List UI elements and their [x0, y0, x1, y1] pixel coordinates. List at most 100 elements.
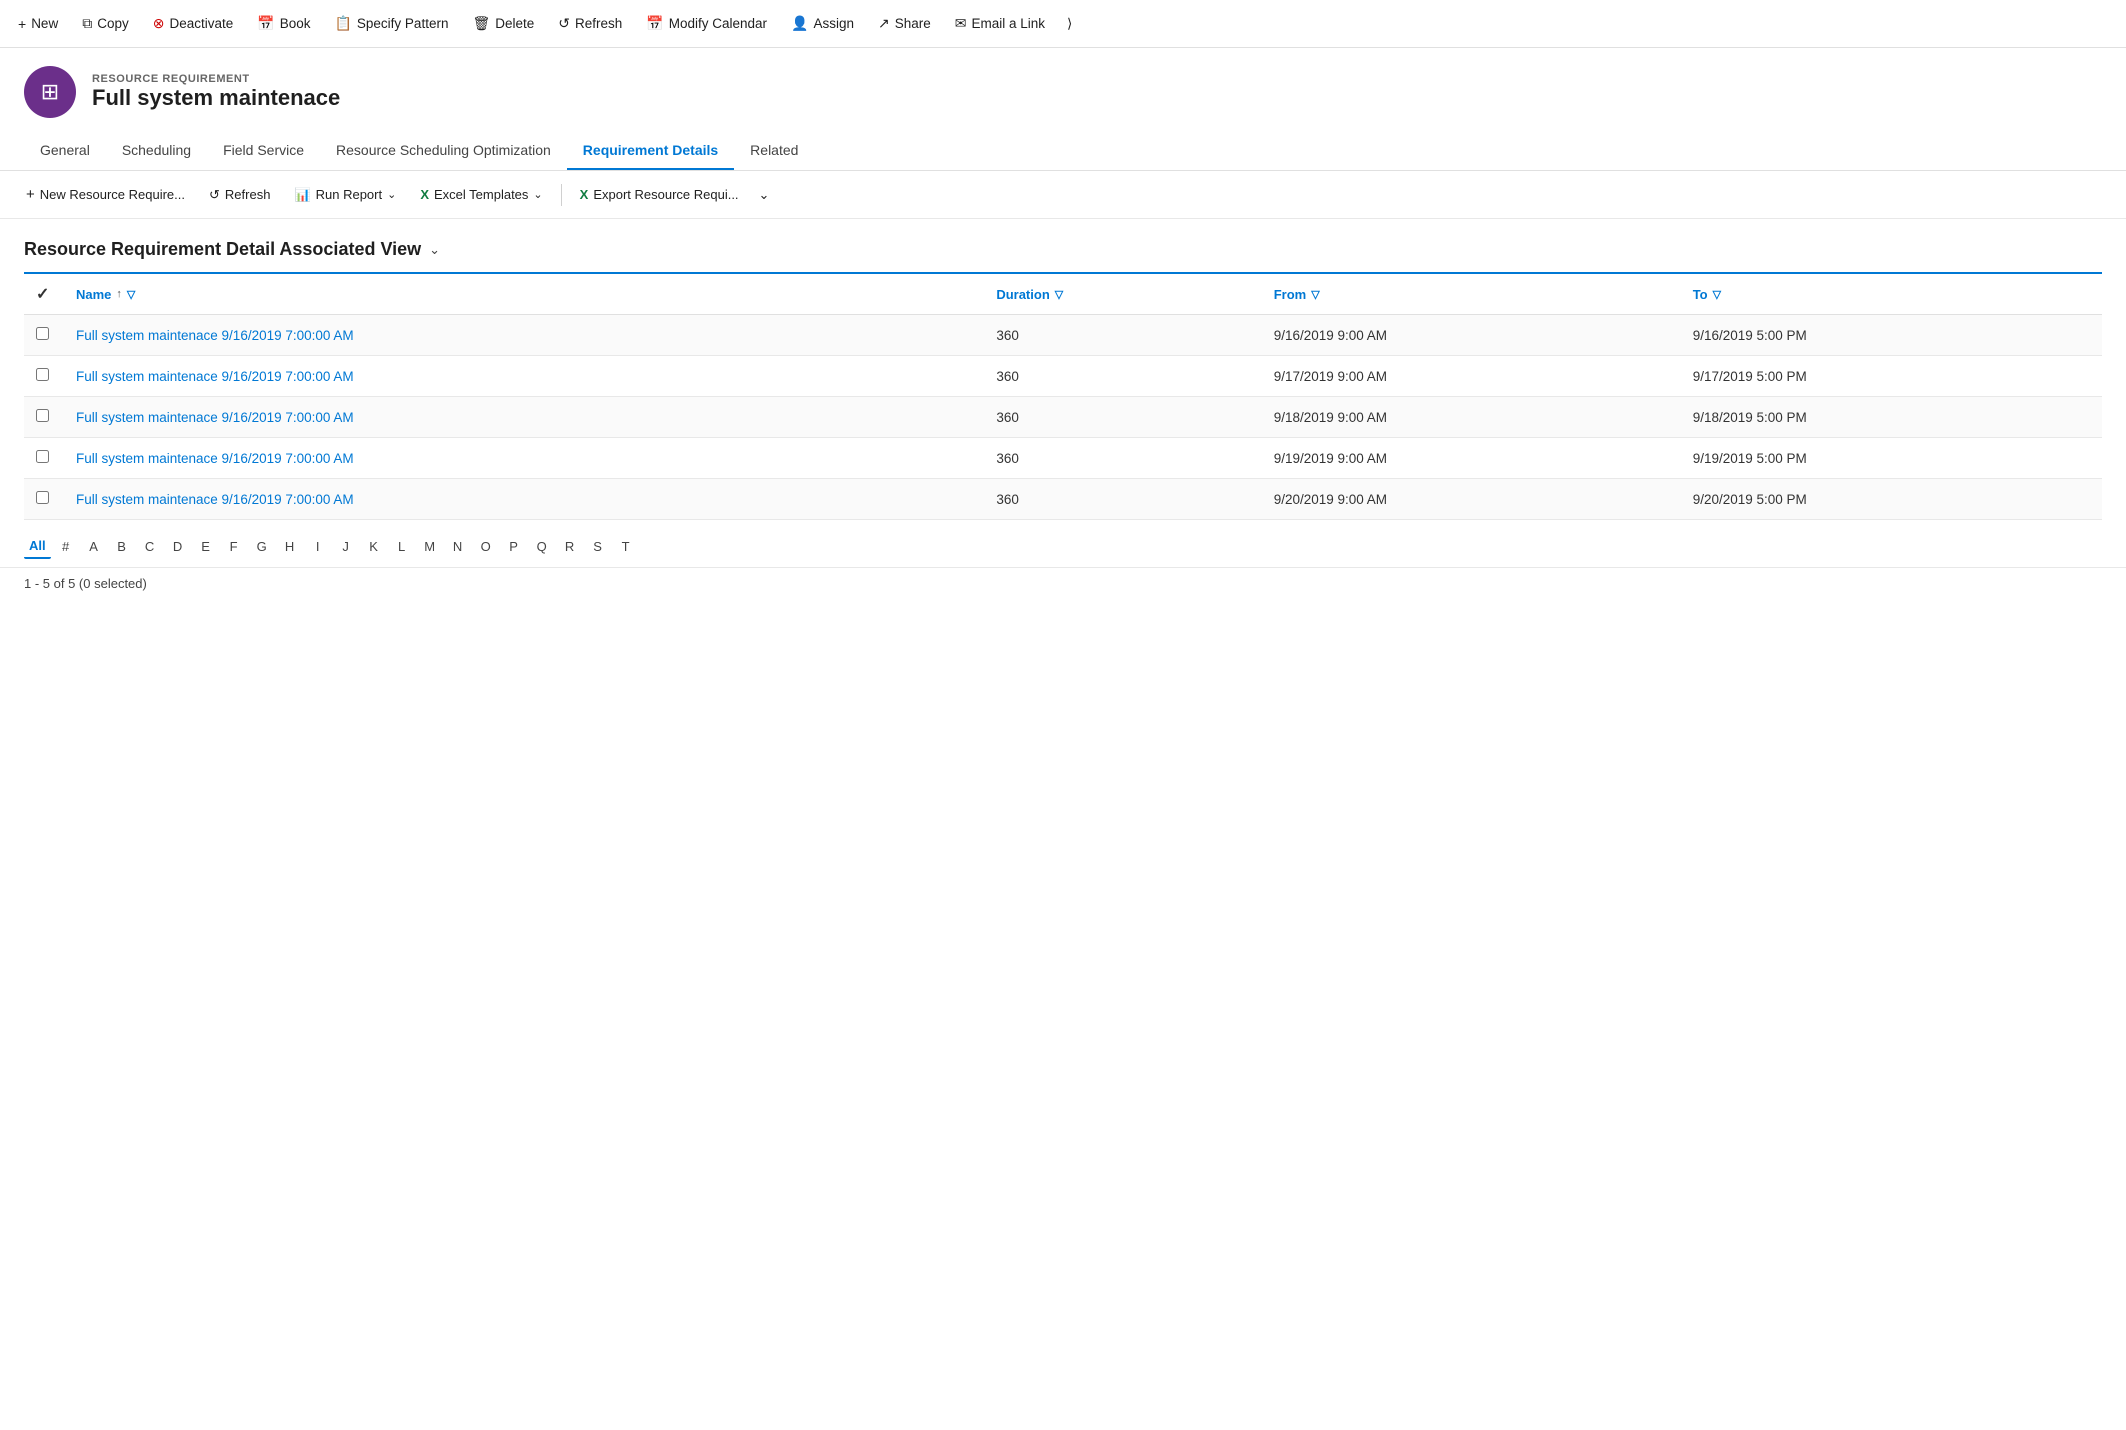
row-checkbox-0[interactable] — [24, 315, 64, 356]
alpha-btn-l[interactable]: L — [389, 535, 415, 558]
export-dropdown-chevron-icon: ⌄ — [759, 187, 770, 203]
tab-rso[interactable]: Resource Scheduling Optimization — [320, 132, 567, 170]
alpha-btn-e[interactable]: E — [193, 535, 219, 558]
row-duration-cell-2: 360 — [984, 397, 1261, 438]
row-from-cell-1: 9/17/2019 9:00 AM — [1262, 356, 1681, 397]
row-name-cell-1: Full system maintenace 9/16/2019 7:00:00… — [64, 356, 984, 397]
assign-button[interactable]: 👤 Assign — [781, 9, 864, 38]
sub-refresh-button[interactable]: ↺ Refresh — [199, 182, 280, 208]
status-text: 1 - 5 of 5 (0 selected) — [24, 576, 147, 591]
excel-templates-button[interactable]: X Excel Templates ⌄ — [410, 182, 552, 207]
to-filter-icon[interactable]: ▽ — [1713, 288, 1721, 301]
record-type: RESOURCE REQUIREMENT — [92, 73, 340, 85]
row-checkbox-4[interactable] — [24, 479, 64, 520]
alpha-btn-s[interactable]: S — [585, 535, 611, 558]
row-checkbox-3[interactable] — [24, 438, 64, 479]
new-button[interactable]: + New — [8, 10, 68, 38]
to-column-header: To ▽ — [1681, 273, 2102, 315]
tab-general[interactable]: General — [24, 132, 106, 170]
alpha-btn-p[interactable]: P — [501, 535, 527, 558]
alpha-btn-i[interactable]: I — [305, 535, 331, 558]
alpha-btn-o[interactable]: O — [473, 535, 499, 558]
alpha-btn-k[interactable]: K — [361, 535, 387, 558]
alpha-btn-m[interactable]: M — [417, 535, 443, 558]
record-name: Full system maintenace — [92, 85, 340, 111]
alpha-btn-all[interactable]: All — [24, 534, 51, 559]
tab-scheduling[interactable]: Scheduling — [106, 132, 207, 170]
tab-related[interactable]: Related — [734, 132, 814, 170]
email-link-button[interactable]: ✉ Email a Link — [945, 9, 1055, 38]
status-bar: 1 - 5 of 5 (0 selected) — [0, 567, 2126, 599]
row-name-link-2[interactable]: Full system maintenace 9/16/2019 7:00:00… — [76, 410, 354, 425]
email-icon: ✉ — [955, 15, 967, 32]
alpha-btn-j[interactable]: J — [333, 535, 359, 558]
row-name-cell-2: Full system maintenace 9/16/2019 7:00:00… — [64, 397, 984, 438]
excel-icon: X — [420, 187, 429, 202]
share-button[interactable]: ↗ Share — [868, 9, 941, 38]
alpha-btn-h[interactable]: H — [277, 535, 303, 558]
alpha-btn-g[interactable]: G — [249, 535, 275, 558]
duration-filter-icon[interactable]: ▽ — [1055, 288, 1063, 301]
row-to-cell-4: 9/20/2019 5:00 PM — [1681, 479, 2102, 520]
row-name-link-3[interactable]: Full system maintenace 9/16/2019 7:00:00… — [76, 451, 354, 466]
export-chevron-button[interactable]: ⌄ — [753, 182, 776, 208]
alpha-btn-d[interactable]: D — [165, 535, 191, 558]
book-button[interactable]: 📅 Book — [247, 9, 320, 38]
alpha-btn-a[interactable]: A — [81, 535, 107, 558]
row-name-cell-0: Full system maintenace 9/16/2019 7:00:00… — [64, 315, 984, 356]
row-name-link-0[interactable]: Full system maintenace 9/16/2019 7:00:00… — [76, 328, 354, 343]
alpha-btn-t[interactable]: T — [613, 535, 639, 558]
view-title-chevron-icon[interactable]: ⌄ — [429, 242, 440, 258]
row-name-link-1[interactable]: Full system maintenace 9/16/2019 7:00:00… — [76, 369, 354, 384]
alpha-btn-c[interactable]: C — [137, 535, 163, 558]
row-from-cell-4: 9/20/2019 9:00 AM — [1262, 479, 1681, 520]
row-to-cell-3: 9/19/2019 5:00 PM — [1681, 438, 2102, 479]
row-checkbox-2[interactable] — [24, 397, 64, 438]
row-from-cell-0: 9/16/2019 9:00 AM — [1262, 315, 1681, 356]
from-filter-icon[interactable]: ▽ — [1311, 288, 1319, 301]
alpha-btn-#[interactable]: # — [53, 535, 79, 558]
tabs-bar: General Scheduling Field Service Resourc… — [0, 132, 2126, 171]
export-icon: X — [580, 187, 589, 202]
export-button[interactable]: X Export Resource Requi... — [570, 182, 749, 207]
select-all-header[interactable]: ✓ — [24, 273, 64, 315]
modify-calendar-icon: 📅 — [646, 15, 663, 32]
sub-separator — [561, 184, 562, 206]
view-title: Resource Requirement Detail Associated V… — [24, 239, 421, 260]
table-row: Full system maintenace 9/16/2019 7:00:00… — [24, 315, 2102, 356]
delete-button[interactable]: 🗑 Delete — [462, 9, 544, 38]
row-duration-cell-3: 360 — [984, 438, 1261, 479]
record-info: RESOURCE REQUIREMENT Full system mainten… — [92, 73, 340, 111]
resource-requirement-table: ✓ Name ↑ ▽ Duration ▽ — [24, 272, 2102, 520]
row-duration-cell-4: 360 — [984, 479, 1261, 520]
excel-chevron-icon: ⌄ — [533, 188, 542, 201]
row-checkbox-1[interactable] — [24, 356, 64, 397]
table-row: Full system maintenace 9/16/2019 7:00:00… — [24, 397, 2102, 438]
alpha-btn-n[interactable]: N — [445, 535, 471, 558]
view-title-area: Resource Requirement Detail Associated V… — [0, 219, 2126, 272]
alpha-btn-q[interactable]: Q — [529, 535, 555, 558]
modify-calendar-button[interactable]: 📅 Modify Calendar — [636, 9, 777, 38]
add-icon: + — [26, 186, 35, 203]
deactivate-button[interactable]: ⊗ Deactivate — [143, 9, 244, 38]
name-sort-icon[interactable]: ↑ — [116, 288, 122, 300]
sub-refresh-icon: ↺ — [209, 187, 220, 203]
table-header-row: ✓ Name ↑ ▽ Duration ▽ — [24, 273, 2102, 315]
alpha-btn-f[interactable]: F — [221, 535, 247, 558]
specify-pattern-button[interactable]: 📋 Specify Pattern — [324, 9, 458, 38]
name-filter-icon[interactable]: ▽ — [127, 288, 135, 301]
row-name-link-4[interactable]: Full system maintenace 9/16/2019 7:00:00… — [76, 492, 354, 507]
copy-button[interactable]: ⧉ Copy — [72, 9, 139, 38]
tab-requirement-details[interactable]: Requirement Details — [567, 132, 734, 170]
refresh-button[interactable]: ↺ Refresh — [548, 9, 632, 38]
more-icon: ⟩ — [1067, 16, 1072, 32]
row-from-cell-3: 9/19/2019 9:00 AM — [1262, 438, 1681, 479]
alpha-btn-b[interactable]: B — [109, 535, 135, 558]
new-resource-require-button[interactable]: + New Resource Require... — [16, 181, 195, 208]
alpha-btn-r[interactable]: R — [557, 535, 583, 558]
run-report-button[interactable]: 📊 Run Report ⌄ — [284, 182, 406, 208]
more-button[interactable]: ⟩ — [1059, 10, 1080, 38]
tab-field-service[interactable]: Field Service — [207, 132, 320, 170]
assign-icon: 👤 — [791, 15, 808, 32]
book-icon: 📅 — [257, 15, 274, 32]
